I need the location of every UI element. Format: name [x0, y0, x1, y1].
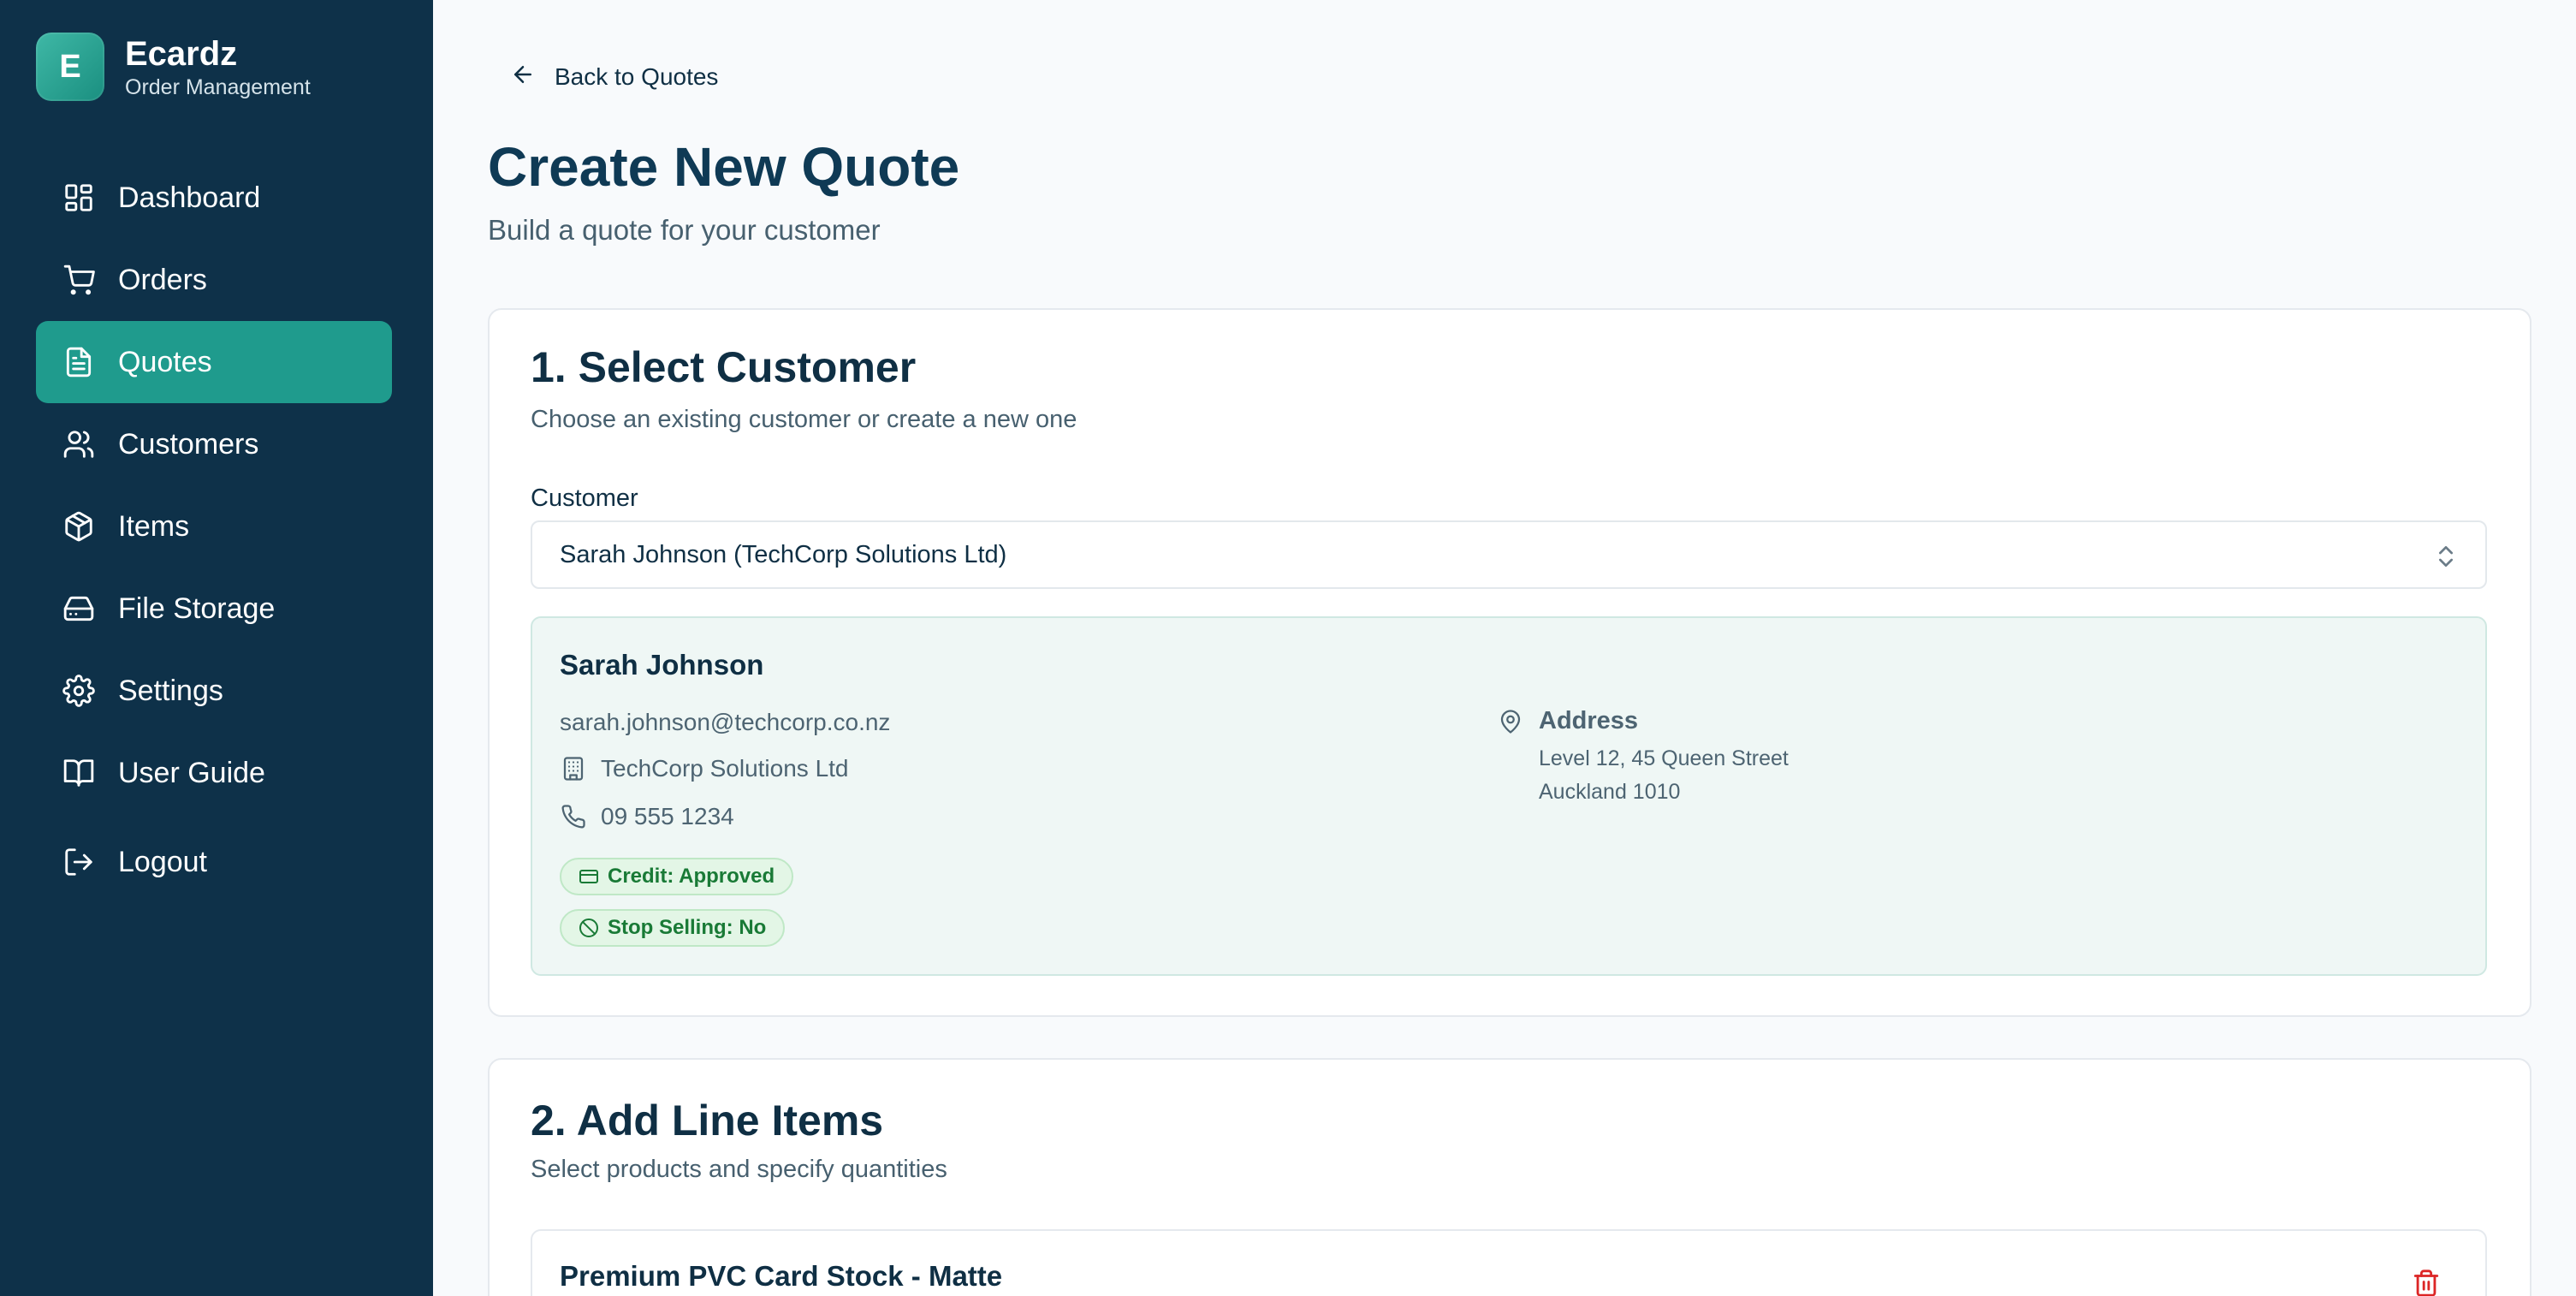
dashboard-icon [62, 181, 96, 215]
sidebar-item-label: Logout [118, 845, 207, 878]
page-subtitle: Build a quote for your customer [488, 214, 881, 246]
section-title: 1. Select Customer [531, 343, 917, 391]
section-title: 2. Add Line Items [531, 1097, 884, 1144]
cart-icon [62, 263, 96, 297]
sidebar-item-label: Customers [118, 427, 259, 461]
back-label: Back to Quotes [555, 62, 719, 90]
sidebar-item-customers[interactable]: Customers [36, 403, 392, 485]
credit-status-badge: Credit: Approved [560, 858, 794, 895]
building-icon [560, 755, 587, 782]
line-item: Premium PVC Card Stock - Matte [531, 1229, 2487, 1296]
address-line-2: Auckland 1010 [1539, 780, 1681, 804]
main-content: Back to Quotes Create New Quote Build a … [433, 0, 2576, 1296]
sidebar-item-label: Quotes [118, 345, 212, 378]
line-item-name: Premium PVC Card Stock - Matte [560, 1260, 1003, 1292]
ban-icon [579, 917, 601, 939]
book-icon [62, 756, 96, 790]
sidebar-item-label: File Storage [118, 592, 276, 625]
package-icon [62, 509, 96, 544]
back-to-quotes-link[interactable]: Back to Quotes [510, 62, 718, 92]
section-subtitle: Choose an existing customer or create a … [531, 406, 1077, 433]
chevrons-up-down-icon [2432, 543, 2460, 574]
delete-line-item-icon[interactable] [2412, 1269, 2441, 1296]
customer-details-panel: Sarah Johnson sarah.johnson@techcorp.co.… [531, 616, 2487, 976]
sidebar-item-label: Settings [118, 674, 223, 707]
customer-name: Sarah Johnson [560, 649, 764, 681]
gear-icon [62, 674, 96, 708]
sidebar-item-orders[interactable]: Orders [36, 239, 392, 321]
sidebar-item-user-guide[interactable]: User Guide [36, 732, 392, 814]
app-subtitle: Order Management [125, 75, 311, 99]
address-label: Address [1539, 707, 1639, 734]
select-customer-card: 1. Select Customer Choose an existing cu… [488, 308, 2531, 1017]
document-icon [62, 345, 96, 379]
sidebar-item-settings[interactable]: Settings [36, 650, 392, 732]
customer-email: sarah.johnson@techcorp.co.nz [560, 709, 890, 736]
sidebar-item-label: Dashboard [118, 181, 261, 214]
page-title: Create New Quote [488, 136, 960, 198]
sidebar-item-label: User Guide [118, 756, 265, 789]
credit-badge-text: Credit: Approved [608, 865, 775, 888]
customer-email-text: sarah.johnson@techcorp.co.nz [560, 709, 891, 735]
sidebar-item-label: Orders [118, 263, 207, 296]
sidebar-item-items[interactable]: Items [36, 485, 392, 568]
phone-icon [560, 803, 587, 830]
users-icon [62, 427, 96, 461]
sidebar-item-label: Items [118, 509, 190, 543]
customer-company-text: TechCorp Solutions Ltd [601, 755, 849, 782]
section-subtitle: Select products and specify quantities [531, 1156, 947, 1183]
sidebar-item-file-storage[interactable]: File Storage [36, 568, 392, 650]
hard-drive-icon [62, 592, 96, 626]
logout-icon [62, 845, 96, 879]
sidebar-item-logout[interactable]: Logout [36, 821, 392, 903]
customer-select[interactable]: Sarah Johnson (TechCorp Solutions Ltd) [531, 520, 2487, 589]
customer-company: TechCorp Solutions Ltd [560, 755, 849, 782]
customer-field-label: Customer [531, 485, 638, 512]
customer-phone-text: 09 555 1234 [601, 803, 734, 829]
sidebar-nav: Dashboard Orders Quotes Customers Items [36, 157, 392, 903]
credit-card-icon [579, 865, 601, 888]
app-logo: E [36, 33, 104, 101]
line-items-card: 2. Add Line Items Select products and sp… [488, 1058, 2531, 1296]
arrow-left-icon [510, 62, 536, 92]
sidebar: E Ecardz Order Management Dashboard Orde… [0, 0, 433, 1296]
map-pin-icon [1498, 708, 1525, 735]
customer-phone: 09 555 1234 [560, 803, 734, 830]
sidebar-item-dashboard[interactable]: Dashboard [36, 157, 392, 239]
sidebar-item-quotes[interactable]: Quotes [36, 321, 392, 403]
address-line-1: Level 12, 45 Queen Street [1539, 746, 1789, 770]
customer-select-value: Sarah Johnson (TechCorp Solutions Ltd) [560, 540, 1007, 568]
app-name: Ecardz [125, 35, 238, 73]
stop-selling-badge-text: Stop Selling: No [608, 916, 767, 939]
brand[interactable]: E Ecardz Order Management [36, 33, 311, 101]
stop-selling-badge: Stop Selling: No [560, 909, 786, 947]
customer-address: Address Level 12, 45 Queen Street Auckla… [1498, 707, 1789, 809]
